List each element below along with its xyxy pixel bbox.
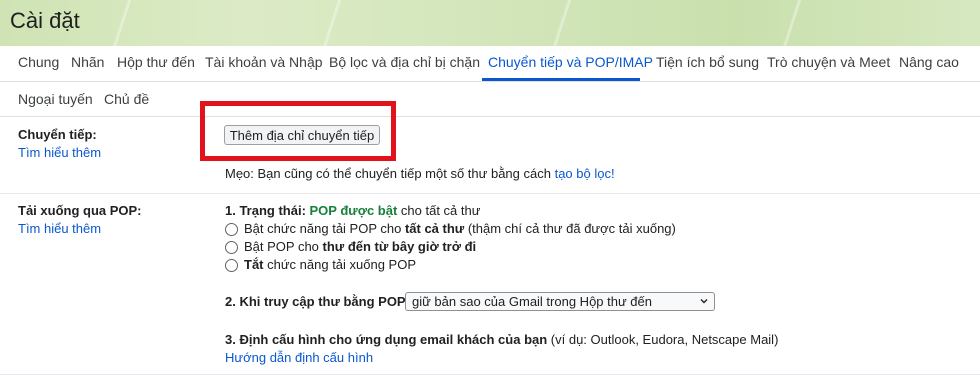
header-decoration (319, 0, 344, 46)
pop-status-value: POP được bật (309, 203, 398, 218)
section-divider (0, 193, 980, 194)
tab-themes[interactable]: Chủ đề (104, 91, 149, 107)
option-bold-text: tất cả thư (404, 221, 465, 236)
tab-add-ons[interactable]: Tiện ích bổ sung (656, 54, 759, 70)
pop-status-prefix: 1. Trạng thái: (225, 203, 310, 218)
pop-learn-more-link[interactable]: Tìm hiểu thêm (18, 221, 101, 236)
tab-accounts-import[interactable]: Tài khoản và Nhập (205, 54, 323, 70)
settings-tabs: Chung Nhãn Hộp thư đến Tài khoản và Nhập… (0, 46, 980, 117)
pop-new-mail-radio[interactable] (225, 241, 238, 254)
tab-general[interactable]: Chung (18, 54, 59, 70)
pop-config-line: 3. Định cấu hình cho ứng dụng email khác… (225, 332, 778, 347)
pop-config-example: (ví dụ: Outlook, Eudora, Netscape Mail) (547, 332, 779, 347)
add-forwarding-address-button[interactable]: Thêm địa chỉ chuyển tiếp (224, 125, 380, 145)
tab-filters[interactable]: Bộ lọc và địa chỉ bị chặn (329, 54, 480, 70)
pop-access-label: 2. Khi truy cập thư bằng POP (225, 294, 406, 309)
chevron-down-icon (700, 299, 708, 304)
header-decoration (779, 0, 804, 46)
option-text: (thậm chí cả thư đã được tải xuống) (464, 221, 676, 236)
pop-config-label: 3. Định cấu hình cho ứng dụng email khác… (225, 332, 548, 347)
pop-status: 1. Trạng thái: POP được bật cho tất cả t… (225, 203, 480, 218)
option-text: Bật chức năng tải POP cho (244, 221, 405, 236)
tab-advanced[interactable]: Nâng cao (899, 54, 959, 70)
header-decoration (109, 0, 134, 46)
settings-header: Cài đặt (0, 0, 980, 46)
forwarding-learn-more-link[interactable]: Tìm hiểu thêm (18, 145, 101, 160)
forwarding-tip-text: Mẹo: Bạn cũng có thể chuyển tiếp một số … (225, 166, 555, 181)
pop-all-mail-option[interactable]: Bật chức năng tải POP cho tất cả thư (th… (244, 221, 676, 236)
tab-forwarding-pop-imap[interactable]: Chuyển tiếp và POP/IMAP (488, 54, 653, 70)
option-bold-text: thư đến từ bây giờ trở đi (322, 239, 477, 254)
option-text: Bật POP cho (244, 239, 323, 254)
pop-access-select-value: giữ bản sao của Gmail trong Hộp thư đến (412, 294, 652, 309)
pop-disable-option[interactable]: Tắt chức năng tải xuống POP (244, 257, 416, 272)
tab-labels[interactable]: Nhãn (71, 54, 104, 70)
pop-disable-radio[interactable] (225, 259, 238, 272)
tab-offline[interactable]: Ngoại tuyến (18, 91, 93, 107)
create-filter-link[interactable]: tạo bộ lọc! (555, 166, 615, 181)
page-title: Cài đặt (10, 8, 80, 33)
tab-chat-meet[interactable]: Trò chuyện và Meet (767, 54, 890, 70)
tab-inbox[interactable]: Hộp thư đến (117, 54, 195, 70)
option-text: chức năng tải xuống POP (263, 257, 417, 272)
config-instructions-link[interactable]: Hướng dẫn định cấu hình (225, 350, 373, 365)
tabs-divider (0, 81, 980, 82)
option-bold-text: Tắt (244, 257, 264, 272)
pop-status-suffix: cho tất cả thư (397, 203, 481, 218)
header-decoration (549, 0, 574, 46)
forwarding-label: Chuyển tiếp: (18, 127, 97, 142)
pop-access-select[interactable]: giữ bản sao của Gmail trong Hộp thư đến (405, 292, 715, 311)
pop-new-mail-option[interactable]: Bật POP cho thư đến từ bây giờ trở đi (244, 239, 476, 254)
forwarding-tip: Mẹo: Bạn cũng có thể chuyển tiếp một số … (225, 166, 615, 181)
pop-all-mail-radio[interactable] (225, 223, 238, 236)
pop-download-label: Tải xuống qua POP: (18, 203, 142, 218)
section-divider (0, 374, 980, 375)
pop-access-label-text: 2. Khi truy cập thư bằng POP (225, 294, 406, 309)
